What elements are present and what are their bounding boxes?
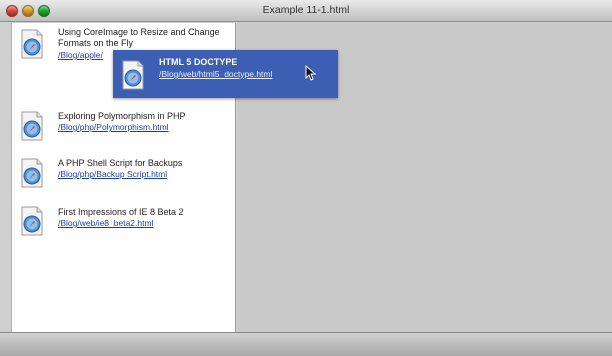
browser-window: Example 11-1.html Using CoreImage to Res… <box>0 0 612 356</box>
safari-document-icon <box>21 111 43 141</box>
list-item-title: Using CoreImage to Resize and Change <box>58 27 220 37</box>
list-item-link[interactable]: /Blog/php/Polymorphism.html <box>58 122 169 133</box>
status-bar <box>0 332 612 356</box>
safari-document-icon <box>21 158 43 188</box>
safari-document-icon <box>21 206 43 236</box>
list-item-title: A PHP Shell Script for Backups <box>58 158 183 168</box>
list-item-title: First Impressions of IE 8 Beta 2 <box>58 207 184 217</box>
list-item-link[interactable]: /Blog/web/ie8_beta2.html <box>58 218 153 229</box>
safari-document-icon <box>21 29 43 59</box>
list-item-title-continued: Formats on the Fly <box>58 38 134 48</box>
arrow-cursor-icon <box>305 65 317 81</box>
window-title: Example 11-1.html <box>262 4 350 16</box>
safari-document-icon <box>122 60 144 90</box>
dragged-item-link[interactable]: /Blog/web/html5_doctype.html <box>159 69 272 80</box>
list-item-link[interactable]: /Blog/apple/ <box>58 50 103 61</box>
list-item-link[interactable]: /Blog/php/Backup Script.html <box>58 169 167 180</box>
dragged-item-title: HTML 5 DOCTYPE <box>159 57 238 67</box>
list-item-title: Exploring Polymorphism in PHP <box>58 111 186 121</box>
title-bar: Example 11-1.html <box>0 0 612 22</box>
